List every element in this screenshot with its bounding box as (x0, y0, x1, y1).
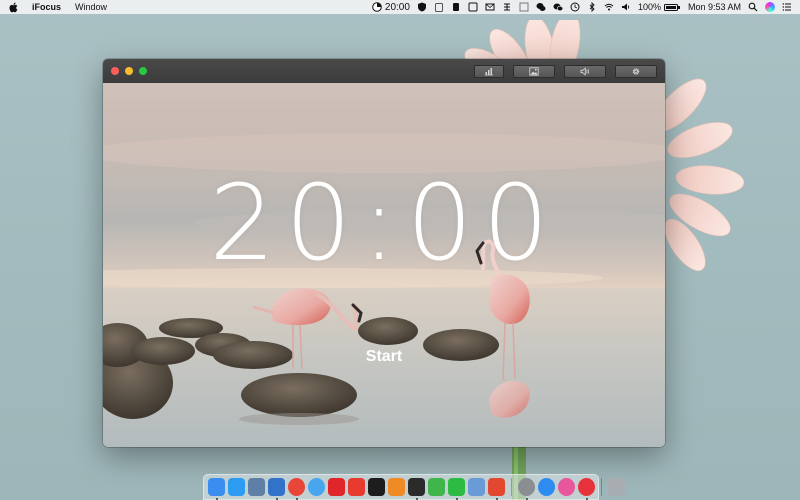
dock-launchpad-icon[interactable] (228, 478, 245, 496)
background-image-button[interactable] (513, 64, 555, 78)
input-method-icon[interactable] (502, 2, 512, 12)
time-machine-icon[interactable] (570, 2, 580, 12)
menu-bar: iFocus Window 20:00 100% Mon 9:53 AM (0, 0, 800, 14)
window-titlebar[interactable] (103, 59, 665, 83)
volume-icon[interactable] (621, 2, 631, 12)
bluetooth-icon[interactable] (587, 2, 597, 12)
gear-icon (632, 67, 640, 75)
settings-button[interactable] (615, 64, 657, 78)
dock-netease-music-icon[interactable] (328, 478, 345, 496)
dock-trash-icon[interactable] (608, 478, 625, 496)
dock-preview-icon[interactable] (468, 478, 485, 496)
close-button[interactable] (111, 67, 119, 75)
image-icon (529, 66, 539, 76)
chat-bubble-icon[interactable] (536, 2, 546, 12)
dock-xcode-icon[interactable] (268, 478, 285, 500)
timer-status-icon (372, 2, 382, 12)
dock-qq-icon[interactable] (368, 478, 385, 496)
dock-flashcard-icon[interactable] (488, 478, 505, 500)
dock-weibo-icon[interactable] (348, 478, 365, 496)
shield-icon[interactable] (417, 2, 427, 12)
minimize-button[interactable] (125, 67, 133, 75)
statistics-button[interactable] (474, 64, 504, 78)
timer-display: 20:00 (209, 162, 559, 284)
zoom-button[interactable] (139, 67, 147, 75)
spotlight-search-icon[interactable] (748, 2, 758, 12)
timer-view: 20:00 Start (103, 83, 665, 447)
clipboard-icon[interactable] (434, 2, 444, 12)
battery-app-icon[interactable] (451, 2, 461, 12)
dock-itunes-icon[interactable] (558, 478, 575, 496)
siri-icon[interactable] (765, 2, 775, 12)
dock-separator (601, 478, 602, 496)
battery-icon (663, 3, 680, 11)
dock-mission-control-icon[interactable] (248, 478, 265, 496)
ifocus-window: 20:00 Start (103, 59, 665, 447)
dock-safari-icon[interactable] (308, 478, 325, 496)
dock (203, 474, 625, 500)
battery-percent: 100% (637, 2, 661, 12)
status-timer[interactable]: 20:00 (372, 2, 410, 13)
dock-ifocus-icon[interactable] (578, 478, 595, 500)
window-controls (111, 67, 147, 75)
dock-wechat-icon[interactable] (448, 478, 465, 500)
dock-app-store-icon[interactable] (538, 478, 555, 496)
dock-sketch-icon[interactable] (388, 478, 405, 496)
status-timer-text: 20:00 (384, 1, 410, 13)
stats-chart-icon (485, 67, 493, 75)
sound-button[interactable] (564, 64, 606, 78)
start-button[interactable]: Start (354, 345, 414, 369)
image-capture-icon[interactable] (519, 2, 529, 12)
menubar-clock[interactable]: Mon 9:53 AM (688, 2, 741, 12)
dock-finder-icon[interactable] (208, 478, 225, 500)
dock-terminal-icon[interactable] (408, 478, 425, 500)
sound-icon (580, 66, 589, 76)
menu-app-name[interactable]: iFocus (32, 2, 61, 12)
dock-separator (511, 478, 512, 496)
wechat-icon[interactable] (553, 2, 563, 12)
wifi-icon[interactable] (604, 2, 614, 12)
battery-status[interactable]: 100% (637, 2, 680, 12)
apple-logo-icon[interactable] (8, 2, 18, 13)
dock-evernote-icon[interactable] (428, 478, 445, 496)
window-icon[interactable] (468, 2, 478, 12)
dock-chrome-icon[interactable] (288, 478, 305, 500)
mail-icon[interactable] (485, 2, 495, 12)
notification-center-icon[interactable] (782, 2, 792, 12)
dock-system-preferences-icon[interactable] (518, 478, 535, 500)
menu-window[interactable]: Window (75, 2, 107, 12)
